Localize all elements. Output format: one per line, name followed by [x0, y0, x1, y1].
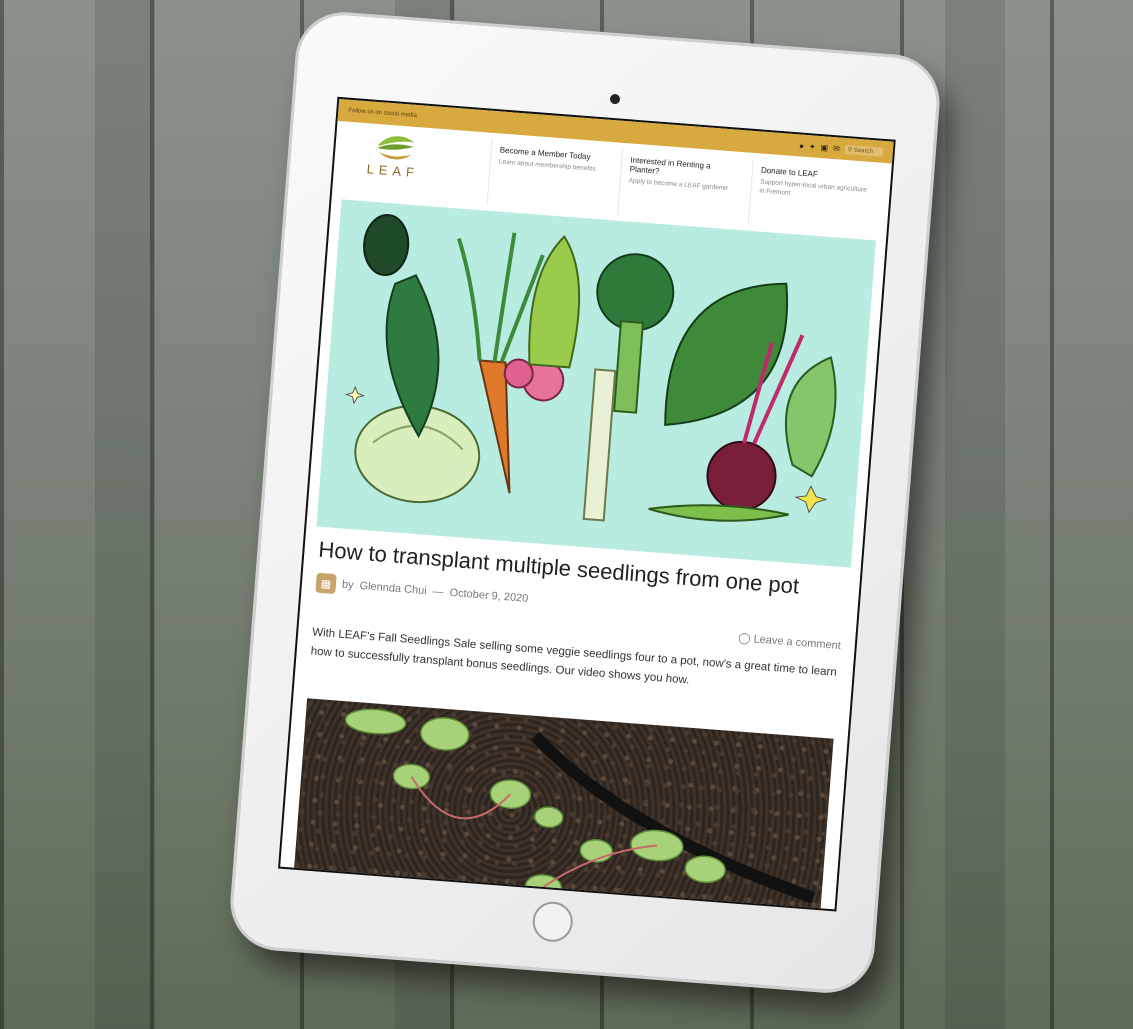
logo[interactable]: LEAF [346, 128, 441, 201]
search-input[interactable]: ⚲ Search [844, 144, 884, 157]
author-link[interactable]: Glennda Chui [359, 580, 427, 597]
author-avatar: ▦ [315, 572, 337, 595]
nav-item-membership[interactable]: Become a Member Today Learn about member… [486, 138, 617, 215]
byline-prefix: by [341, 578, 355, 592]
nav-item-rent-planter[interactable]: Interested in Renting a Planter? Apply t… [617, 148, 747, 225]
comment-label: Leave a comment [753, 633, 842, 653]
topbar-text: Follow us on social media [348, 107, 418, 119]
instagram-icon[interactable]: ▣ [820, 143, 828, 153]
camera [609, 93, 621, 105]
logo-text: LEAF [366, 161, 420, 181]
search-placeholder: Search [853, 147, 874, 155]
facebook-icon[interactable]: ● [799, 141, 805, 150]
social-links: ● ✦ ▣ ✉ ⚲ Search [799, 141, 884, 157]
nav-desc: Support hyper-local urban agriculture in… [759, 178, 868, 197]
tablet-device: Follow us on social media ● ✦ ▣ ✉ ⚲ Sear… [230, 11, 940, 994]
search-icon: ⚲ [847, 146, 853, 153]
seedlings-photo [288, 698, 834, 912]
home-button[interactable] [531, 900, 575, 944]
nav-item-donate[interactable]: Donate to LEAF Support hyper-local urban… [747, 158, 878, 235]
email-icon[interactable]: ✉ [833, 144, 840, 153]
tablet-screen: Follow us on social media ● ✦ ▣ ✉ ⚲ Sear… [278, 96, 896, 912]
twitter-icon[interactable]: ✦ [809, 142, 816, 151]
post-date[interactable]: October 9, 2020 [449, 587, 529, 605]
hero-vegetable-illustration [316, 199, 876, 568]
meta-separator: — [432, 585, 445, 599]
comment-icon: ◯ [737, 632, 751, 646]
leaf-logo-icon [371, 130, 419, 163]
